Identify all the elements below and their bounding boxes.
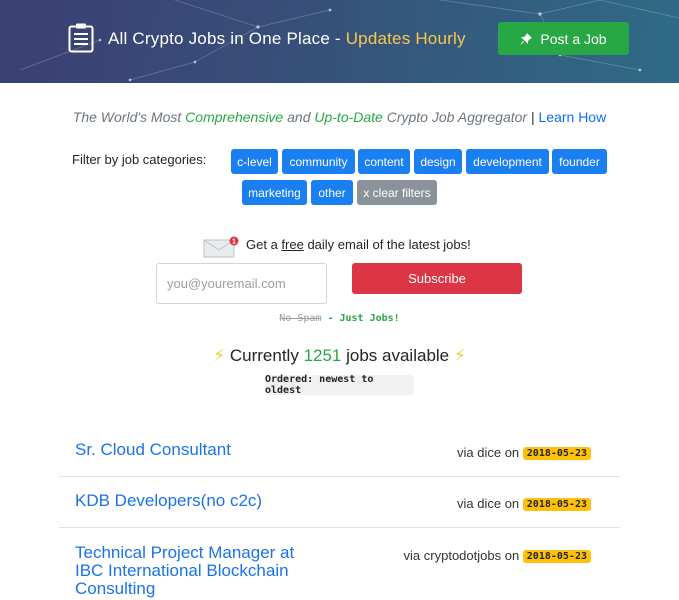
lightning-icon: ⚡: [453, 346, 466, 365]
site-title-main: All Crypto Jobs in One Place -: [108, 29, 346, 48]
email-promo-suffix: daily email of the latest jobs!: [303, 237, 471, 252]
notification-badge: 1: [232, 239, 236, 246]
site-header: All Crypto Jobs in One Place - Updates H…: [0, 0, 679, 83]
job-row: Sr. Cloud Consultant via dice on 2018-05…: [59, 441, 620, 471]
just-jobs-text: - Just Jobs!: [321, 313, 400, 324]
post-job-button[interactable]: Post a Job: [498, 22, 629, 55]
filter-tag-content[interactable]: content: [358, 149, 410, 174]
site-title: All Crypto Jobs in One Place - Updates H…: [108, 29, 466, 49]
no-spam-text: No Spam: [279, 313, 322, 324]
tagline-comprehensive: Comprehensive: [185, 109, 284, 125]
tagline-separator: |: [527, 109, 539, 125]
job-title-link[interactable]: Technical Project Manager at IBC Interna…: [75, 544, 325, 598]
email-promo-free: free: [281, 237, 304, 252]
job-date-badge: 2018-05-23: [522, 447, 591, 460]
clipboard-icon: [68, 23, 94, 53]
filter-tag-development[interactable]: development: [466, 149, 549, 174]
lightning-icon: ⚡: [213, 346, 226, 365]
jobs-count-number: 1251: [303, 346, 342, 365]
divider: [59, 476, 620, 477]
job-title-link[interactable]: Sr. Cloud Consultant: [75, 441, 231, 459]
jobs-count: ⚡ Currently 1251 jobs available ⚡: [0, 346, 679, 366]
filter-tag-marketing[interactable]: marketing: [242, 180, 307, 205]
job-source: via cryptodotjobs on: [403, 548, 523, 563]
job-meta: via cryptodotjobs on 2018-05-23: [404, 548, 591, 563]
job-source: via dice on: [457, 445, 523, 460]
filter-label: Filter by job categories:: [72, 152, 207, 167]
tagline-text: and: [283, 109, 315, 125]
email-promo-prefix: Get a: [246, 237, 282, 252]
filter-tag-other[interactable]: other: [311, 180, 353, 205]
no-spam-note: No Spam - Just Jobs!: [0, 313, 679, 324]
job-title-link[interactable]: KDB Developers(no c2c): [75, 492, 262, 510]
filter-tag-design[interactable]: design: [414, 149, 462, 174]
subscribe-button[interactable]: Subscribe: [352, 263, 522, 294]
envelope-icon: 1: [203, 236, 239, 258]
job-row: KDB Developers(no c2c) via dice on 2018-…: [59, 492, 620, 522]
sort-order-label: Ordered: newest to oldest: [265, 374, 414, 396]
job-date-badge: 2018-05-23: [522, 498, 591, 511]
filter-tag-founder[interactable]: founder: [552, 149, 607, 174]
tagline: The World's Most Comprehensive and Up-to…: [0, 109, 679, 125]
email-input[interactable]: [156, 263, 327, 304]
email-promo-text: Get a free daily email of the latest job…: [246, 237, 471, 252]
tagline-uptodate: Up-to-Date: [314, 109, 383, 125]
job-meta: via dice on 2018-05-23: [457, 445, 591, 460]
filter-tag-community[interactable]: community: [282, 149, 355, 174]
jobs-count-suffix: jobs available: [341, 346, 454, 365]
pushpin-icon: [520, 32, 533, 45]
job-source: via dice on: [457, 496, 523, 511]
divider: [59, 527, 620, 528]
jobs-count-prefix: Currently: [229, 346, 304, 365]
tagline-text: Crypto Job Aggregator: [382, 109, 528, 125]
clear-filters-button[interactable]: x clear filters: [357, 180, 437, 205]
job-date-badge: 2018-05-23: [522, 550, 591, 563]
job-meta: via dice on 2018-05-23: [457, 496, 591, 511]
filter-tag-c-level[interactable]: c-level: [231, 149, 278, 174]
site-title-highlight: Updates Hourly: [345, 29, 466, 48]
learn-how-link[interactable]: Learn How: [539, 109, 607, 125]
post-job-label: Post a Job: [540, 30, 607, 47]
tagline-text: The World's Most: [72, 109, 186, 125]
job-row: Technical Project Manager at IBC Interna…: [59, 544, 620, 600]
